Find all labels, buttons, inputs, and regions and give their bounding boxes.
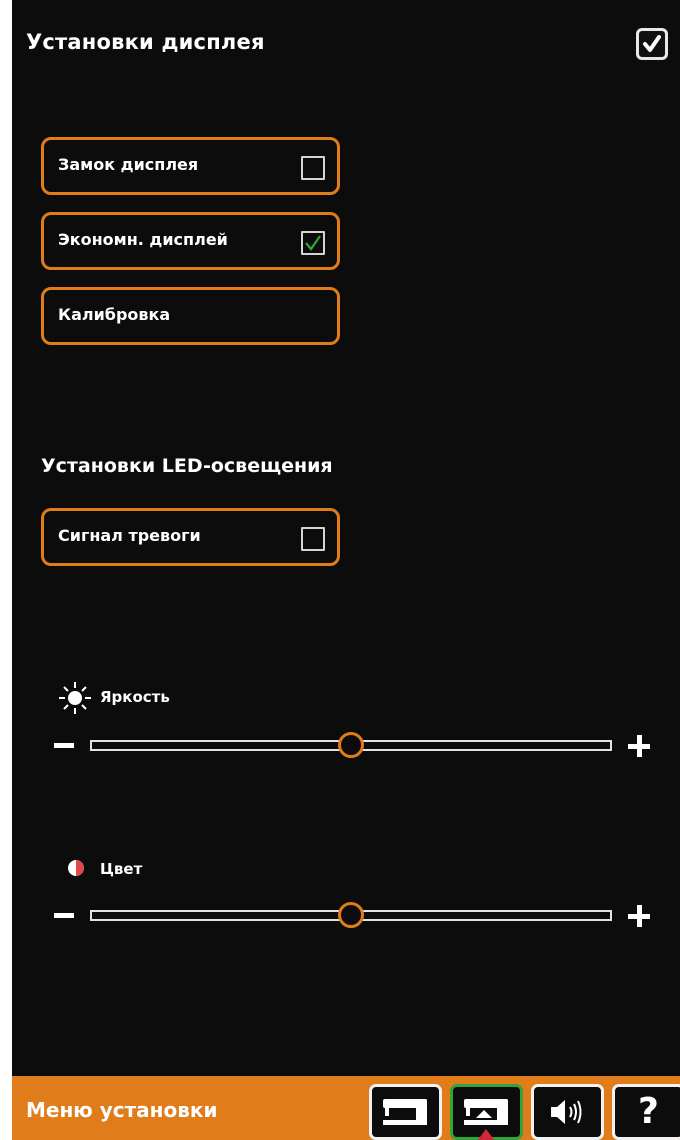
sound-settings-button[interactable] (531, 1084, 604, 1140)
sun-icon (59, 682, 91, 714)
brightness-slider-thumb[interactable] (338, 732, 364, 758)
display-lock-option[interactable]: Замок дисплея (41, 137, 340, 195)
eco-display-option[interactable]: Экономн. дисплей (41, 212, 340, 270)
active-tab-pointer-icon (477, 1129, 495, 1140)
calibration-label: Калибровка (58, 305, 171, 324)
bottom-bar: Меню установки ? (12, 1076, 680, 1140)
eco-display-label: Экономн. дисплей (58, 230, 228, 249)
color-decrease-button[interactable] (54, 913, 74, 918)
half-circle-icon (68, 860, 84, 876)
alarm-signal-option[interactable]: Сигнал тревоги (41, 508, 340, 566)
alarm-signal-label: Сигнал тревоги (58, 526, 201, 545)
display-lock-label: Замок дисплея (58, 155, 199, 174)
confirm-button[interactable] (636, 28, 668, 60)
help-button[interactable]: ? (612, 1084, 680, 1140)
alarm-signal-checkbox[interactable] (301, 527, 325, 551)
brightness-label: Яркость (100, 688, 170, 706)
calibration-button[interactable]: Калибровка (41, 287, 340, 345)
color-slider-thumb[interactable] (338, 902, 364, 928)
color-increase-button[interactable] (628, 905, 650, 927)
check-icon (305, 235, 321, 251)
sewing-machine-icon (382, 1099, 427, 1125)
speaker-icon (550, 1100, 581, 1124)
brightness-increase-button[interactable] (628, 735, 650, 757)
eco-display-checkbox[interactable] (301, 231, 325, 255)
page-title: Установки дисплея (26, 30, 265, 54)
display-lock-checkbox[interactable] (301, 156, 325, 180)
settings-screen: Установки дисплея Замок дисплея Экономн.… (12, 0, 680, 1140)
color-label: Цвет (100, 860, 143, 878)
help-icon: ? (638, 1091, 659, 1132)
machine-settings-button[interactable] (369, 1084, 442, 1140)
checkmark-icon (643, 35, 661, 52)
led-section-title: Установки LED-освещения (41, 455, 333, 477)
settings-menu-title: Меню установки (26, 1098, 218, 1122)
sewing-machine-settings-icon (463, 1099, 508, 1125)
brightness-decrease-button[interactable] (54, 743, 74, 748)
